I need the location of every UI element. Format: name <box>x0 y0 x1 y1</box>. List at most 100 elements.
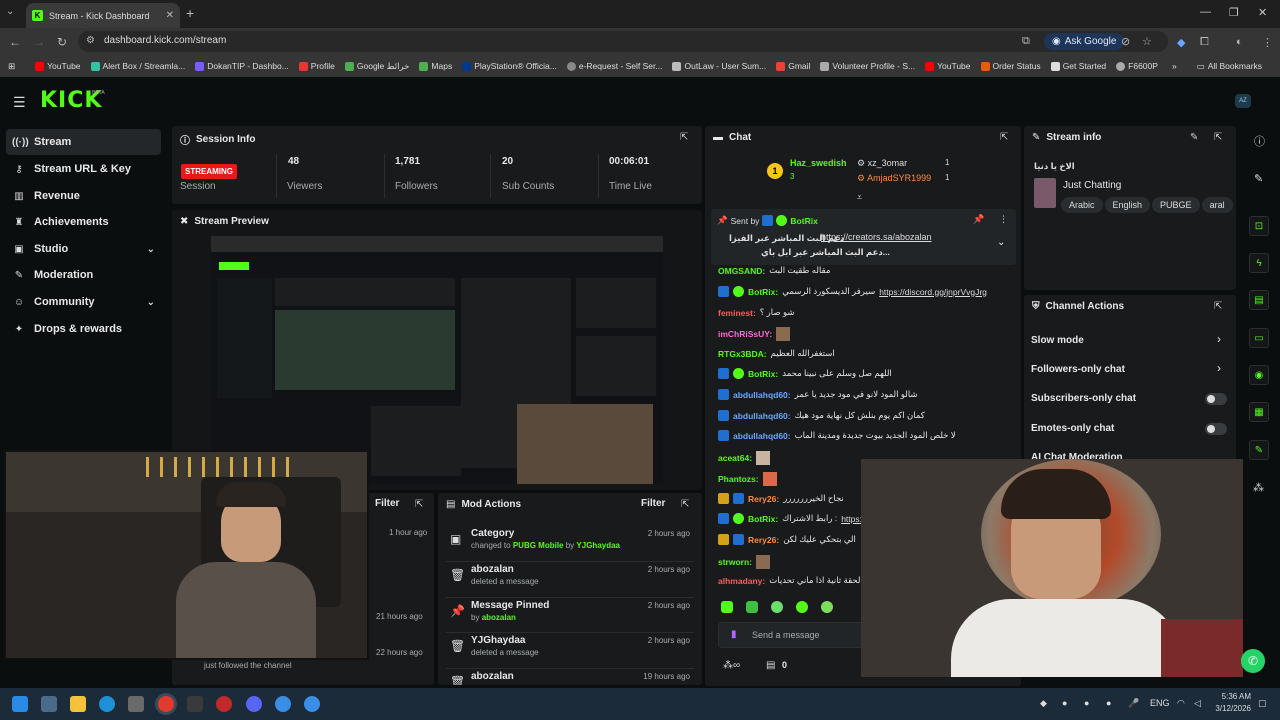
omnibox[interactable]: ⚙ dashboard.kick.com/stream ⧉ ◉ Ask Googl… <box>78 31 1168 52</box>
subscribers-only-toggle[interactable] <box>1205 393 1227 405</box>
url-text[interactable]: dashboard.kick.com/stream <box>104 35 226 46</box>
sidebar-item-studio[interactable]: ▣ Studio ⌄ <box>6 236 161 262</box>
wrench-icon[interactable]: ✎ <box>1249 440 1269 460</box>
menu-kebab-icon[interactable]: ⋮ <box>1262 36 1273 49</box>
bookmark-star-icon[interactable]: ☆ <box>1142 35 1152 48</box>
translate-icon[interactable]: ⧉ <box>1022 35 1030 48</box>
sidebar-item-stream-url-key[interactable]: ⚷ Stream URL & Key <box>6 156 161 182</box>
mic-icon[interactable]: 🎤 <box>1128 698 1139 709</box>
file-explorer-icon[interactable] <box>70 696 86 712</box>
chat-username[interactable]: feminest: <box>718 308 756 318</box>
bookmark-item[interactable]: Google خرائط <box>344 61 409 72</box>
close-tab-icon[interactable]: ✕ <box>166 10 174 21</box>
chat-username[interactable]: abdullahqd60: <box>733 431 791 441</box>
popout-icon[interactable]: ⇱ <box>415 499 423 510</box>
filter-button[interactable]: Filter <box>641 498 665 509</box>
back-icon[interactable]: ← <box>9 35 21 49</box>
chat-username[interactable]: abdullahqd60: <box>733 411 791 421</box>
share-icon[interactable]: ⁂ <box>1253 481 1264 494</box>
bookmark-item[interactable]: F6600P <box>1116 61 1158 71</box>
more-options-icon[interactable]: ⋮ <box>999 214 1008 225</box>
hamburger-menu-icon[interactable]: ☰ <box>13 94 26 111</box>
extension-icon[interactable]: ◆ <box>1177 36 1185 49</box>
sidebar-item-moderation[interactable]: ✎ Moderation <box>6 262 161 288</box>
whatsapp-icon[interactable]: ✆ <box>1241 649 1265 673</box>
tray-icon[interactable]: ● <box>1106 698 1111 708</box>
popout-icon[interactable]: ⇱ <box>681 499 689 510</box>
bookmark-item[interactable]: OutLaw - User Sum... <box>672 61 766 71</box>
emote-icon[interactable] <box>771 601 783 613</box>
tray-icon[interactable]: ● <box>1084 698 1089 708</box>
profile-icon[interactable]: ◐ <box>1236 36 1243 48</box>
popout-icon[interactable]: ⇱ <box>680 132 688 143</box>
points-icon[interactable]: ▤ <box>766 660 775 671</box>
bookmark-item[interactable]: YouTube <box>35 61 81 71</box>
screenshot-icon[interactable]: ⊡ <box>1249 216 1269 236</box>
bolt-icon[interactable]: ϟ <box>1249 253 1269 273</box>
more-bookmarks-icon[interactable]: » <box>1172 61 1177 71</box>
chat-link[interactable]: https://discord.gg/jnprVvgJrg <box>879 287 987 297</box>
new-tab-button[interactable]: + <box>186 5 194 21</box>
bookmark-item[interactable]: Alert Box / Streamla... <box>90 61 185 71</box>
sidebar-item-revenue[interactable]: ▥ Revenue <box>6 183 161 209</box>
tab-search-icon[interactable]: ⌄ <box>6 6 14 17</box>
browser-tab[interactable]: K Stream - Kick Dashboard ✕ <box>26 3 180 28</box>
emote-icon[interactable] <box>796 601 808 613</box>
stream-preview-video[interactable] <box>211 236 663 484</box>
edit-icon[interactable]: ✎ <box>1190 132 1198 143</box>
top-gifter-name[interactable]: Haz_swedish <box>790 158 847 168</box>
chat-username[interactable]: imChRiSsUY: <box>718 329 772 339</box>
chevron-down-icon[interactable]: ⌄ <box>997 237 1005 248</box>
app-icon[interactable] <box>216 696 232 712</box>
widgets-icon[interactable] <box>41 696 57 712</box>
notification-icon[interactable]: ▢ <box>1258 698 1267 709</box>
chevron-right-icon[interactable]: › <box>1217 332 1221 346</box>
chat-username[interactable]: strworn: <box>718 557 752 567</box>
slow-mode-row[interactable]: Slow mode <box>1031 335 1084 346</box>
close-window-icon[interactable]: ✕ <box>1258 6 1267 19</box>
ask-google-button[interactable]: ◉ Ask Google <box>1044 33 1125 50</box>
infinity-icon[interactable]: ⁂∞ <box>723 660 740 671</box>
minimize-icon[interactable]: — <box>1200 6 1211 18</box>
bookmark-item[interactable]: Gmail <box>776 61 810 71</box>
app-icon[interactable] <box>304 696 320 712</box>
bookmark-item[interactable]: PlayStation® Officia... <box>462 61 557 71</box>
chat-username[interactable]: BotRix: <box>748 369 778 379</box>
chat-username[interactable]: alhmadany: <box>718 576 765 586</box>
language-indicator[interactable]: ENG <box>1150 698 1170 708</box>
extensions-puzzle-icon[interactable]: ⧠ <box>1200 36 1209 49</box>
bookmark-item[interactable]: YouTube <box>925 61 971 71</box>
restore-icon[interactable]: ❐ <box>1229 6 1239 19</box>
expand-gifters-icon[interactable]: ⩡ <box>857 192 862 203</box>
volume-icon[interactable]: ◁ <box>1194 698 1201 709</box>
edit-icon[interactable]: ✎ <box>1254 172 1263 185</box>
site-info-icon[interactable]: ⚙ <box>86 35 95 46</box>
popout-icon[interactable]: ⇱ <box>1214 301 1222 312</box>
discord-icon[interactable] <box>246 696 262 712</box>
bookmark-item[interactable]: DokanTIP - Dashbo... <box>195 61 289 71</box>
wifi-icon[interactable]: ◠ <box>1177 698 1185 709</box>
chat-username[interactable]: BotRix: <box>748 287 778 297</box>
app-icon[interactable] <box>275 696 291 712</box>
eye-off-icon[interactable]: ⊘ <box>1121 35 1130 48</box>
gifter-name[interactable]: ⚙ AmjadSYR1999 <box>857 173 931 184</box>
chat-input[interactable]: ▮ Send a message <box>718 622 864 648</box>
gifter-name[interactable]: ⚙ xz_3omar <box>857 158 907 169</box>
popout-icon[interactable]: ⇱ <box>1214 132 1222 143</box>
chevron-right-icon[interactable]: › <box>1217 361 1221 375</box>
followers-only-row[interactable]: Followers-only chat <box>1031 364 1125 375</box>
bookmark-item[interactable]: Profile <box>298 61 335 71</box>
bookmark-item[interactable]: e-Request - Self Ser... <box>566 61 662 71</box>
sidebar-item-community[interactable]: ☺ Community ⌄ <box>6 289 161 315</box>
bookmark-item[interactable]: Volunteer Profile - S... <box>820 61 915 71</box>
clock-date[interactable]: 3/12/2026 <box>1211 704 1251 713</box>
all-bookmarks[interactable]: ▭ All Bookmarks <box>1197 61 1262 72</box>
sidebar-item-drops-rewards[interactable]: ✦ Drops & rewards <box>6 316 161 342</box>
filter-button[interactable]: Filter <box>375 498 399 509</box>
tray-icon[interactable]: ● <box>1062 698 1067 708</box>
clip-icon[interactable]: ▦ <box>1249 402 1269 422</box>
chrome-icon[interactable] <box>158 696 174 712</box>
clock-time[interactable]: 5:36 AM <box>1211 692 1251 701</box>
unpin-icon[interactable]: 📌 <box>973 214 984 225</box>
chat-username[interactable]: OMGSAND: <box>718 266 765 276</box>
